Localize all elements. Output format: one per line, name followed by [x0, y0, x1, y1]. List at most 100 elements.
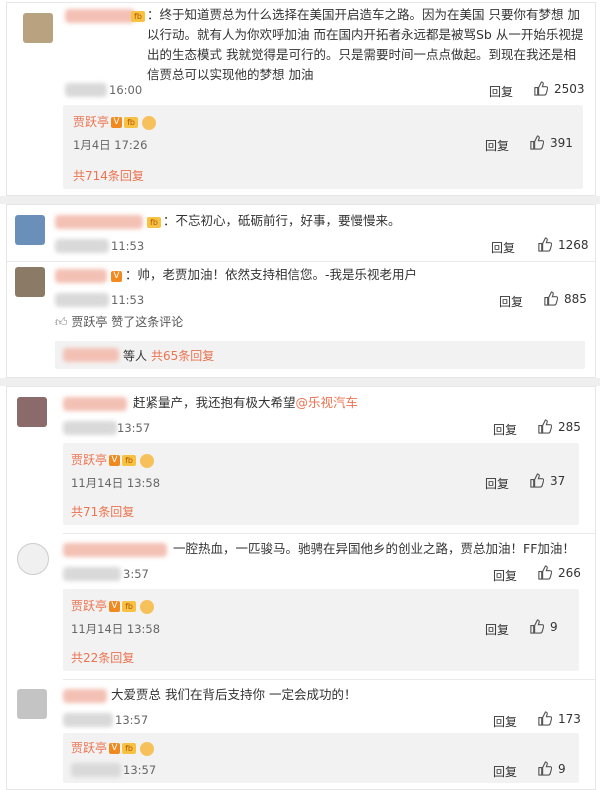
reply-author[interactable]: 贾跃亭 Vfb — [71, 739, 155, 756]
more-replies-link[interactable]: 共71条回复 — [71, 503, 134, 520]
author-name[interactable]: 贾跃亭 — [71, 599, 107, 613]
avatar[interactable] — [17, 397, 47, 427]
comment-text: ：不忘初心，砥砺前行，好事，要慢慢来。 — [163, 213, 401, 228]
username[interactable] — [55, 215, 143, 229]
reply-button[interactable]: 回复 — [493, 421, 517, 438]
comment-text: 赶紧量产，我还抱有极大希望@乐视汽车 — [133, 393, 358, 413]
verified-icon: V — [111, 271, 122, 282]
divider — [7, 261, 595, 262]
more-replies-link[interactable]: 共22条回复 — [71, 649, 134, 666]
username[interactable] — [55, 269, 107, 283]
thumbs-up-icon — [538, 711, 552, 726]
like-button[interactable]: 285 — [537, 419, 581, 434]
like-count: 9 — [558, 761, 566, 776]
like-button[interactable]: 37 — [529, 473, 565, 488]
fan-badge-icon: fb — [122, 455, 137, 466]
timestamp: 13:57 — [123, 763, 157, 777]
username[interactable] — [63, 397, 127, 411]
like-button[interactable]: 9 — [537, 761, 566, 776]
comment-text: ：帅，老贾加油！依然支持相信您。-我是乐视老用户 — [125, 267, 418, 282]
like-button[interactable]: 173 — [537, 711, 581, 726]
reply-author[interactable]: 贾跃亭 Vfb — [71, 597, 155, 614]
reply-button[interactable]: 回复 — [485, 137, 509, 154]
section-gap — [0, 378, 600, 386]
reply-box: 贾跃亭 Vfb 11月14日 13:58 回复 9 共22条回复 — [63, 589, 579, 671]
grin-emoji-icon — [140, 453, 155, 468]
timestamp: 3:57 — [123, 567, 149, 581]
reply-button[interactable]: 回复 — [499, 293, 523, 310]
reply-button[interactable]: 回复 — [491, 239, 515, 256]
timestamp: 13:57 — [115, 713, 149, 727]
like-count: 37 — [550, 473, 566, 488]
thumbs-up-icon — [538, 565, 552, 580]
more-replies-link[interactable]: 共65条回复 — [151, 347, 214, 364]
verified-icon: V — [111, 117, 123, 128]
liked-by-name[interactable]: 贾跃亭 — [71, 315, 107, 329]
like-button[interactable]: 391 — [529, 135, 573, 150]
timestamp: 1月4日 17:26 — [73, 138, 148, 152]
reply-box: 贾跃亭 Vfb 13:57 回复 9 — [63, 733, 579, 783]
thumbs-up-icon — [538, 761, 552, 776]
author-name[interactable]: 贾跃亭 — [71, 453, 107, 467]
mention-link[interactable]: @乐视汽车 — [296, 395, 359, 410]
reply-button[interactable]: 回复 — [493, 713, 517, 730]
more-replies-link[interactable]: 共714条回复 — [73, 167, 144, 184]
timestamp: 11月14日 13:58 — [71, 622, 161, 636]
username[interactable] — [63, 689, 107, 703]
fan-badge-icon: fb — [124, 117, 139, 128]
reply-author[interactable]: 贾跃亭 Vfb — [73, 113, 157, 130]
username[interactable] — [65, 9, 135, 23]
reply-summary: 等人 共65条回复 — [55, 341, 585, 369]
username[interactable] — [63, 543, 167, 557]
like-button[interactable]: 2503 — [533, 81, 585, 96]
verified-icon: V — [109, 455, 121, 466]
timestamp: 11:53 — [111, 293, 145, 307]
like-count: 9 — [550, 619, 558, 634]
author-name[interactable]: 贾跃亭 — [73, 115, 109, 129]
date-blur — [71, 763, 121, 777]
thumbs-up-icon — [530, 135, 544, 150]
avatar[interactable] — [17, 543, 49, 575]
avatar[interactable] — [15, 215, 45, 245]
thumbs-up-icon — [538, 419, 552, 434]
avatar[interactable] — [17, 689, 47, 719]
verified-icon: V — [109, 601, 121, 612]
reply-button[interactable]: 回复 — [493, 763, 517, 780]
date-blur — [63, 713, 113, 727]
fan-badge-icon: fb — [131, 11, 145, 22]
like-button[interactable]: 266 — [537, 565, 581, 580]
date-blur — [63, 567, 121, 581]
fan-badge-icon: fb — [147, 217, 161, 228]
thumbs-up-icon — [544, 291, 558, 306]
thumbs-up-icon — [530, 619, 544, 634]
thumbs-up-icon — [534, 81, 548, 96]
date-blur — [55, 239, 109, 253]
comment-card-2: fb ：不忘初心，砥砺前行，好事，要慢慢来。 11:53 回复 1268 V ：… — [6, 204, 596, 378]
verified-icon: V — [109, 743, 121, 754]
like-count: 266 — [558, 565, 581, 580]
thumbs-up-icon: 👍︎ — [55, 315, 68, 329]
like-button[interactable]: 9 — [529, 619, 558, 634]
comment-card-3: 赶紧量产，我还抱有极大希望@乐视汽车 13:57 回复 285 贾跃亭 Vfb 1… — [6, 386, 596, 790]
timestamp: 11月14日 13:58 — [71, 476, 161, 490]
reply-box: 贾跃亭 Vfb 1月4日 17:26 回复 391 共714条回复 — [63, 105, 583, 189]
thumbs-up-icon — [538, 237, 552, 252]
username[interactable] — [63, 348, 119, 362]
reply-button[interactable]: 回复 — [485, 621, 509, 638]
reply-button[interactable]: 回复 — [485, 475, 509, 492]
like-count: 173 — [558, 711, 581, 726]
reply-button[interactable]: 回复 — [493, 567, 517, 584]
reply-author[interactable]: 贾跃亭 Vfb — [71, 451, 155, 468]
others-prefix: 等人 — [123, 349, 148, 363]
reply-button[interactable]: 回复 — [489, 83, 513, 100]
like-button[interactable]: 885 — [543, 291, 587, 306]
timestamp: 13:57 — [117, 421, 151, 435]
author-name[interactable]: 贾跃亭 — [71, 741, 107, 755]
like-count: 885 — [564, 291, 587, 306]
like-button[interactable]: 1268 — [537, 237, 589, 252]
avatar[interactable] — [15, 267, 45, 297]
avatar[interactable] — [23, 13, 53, 43]
comment-body: 赶紧量产，我还抱有极大希望 — [133, 395, 296, 410]
like-count: 2503 — [554, 81, 585, 96]
timestamp: 16:00 — [109, 83, 143, 97]
